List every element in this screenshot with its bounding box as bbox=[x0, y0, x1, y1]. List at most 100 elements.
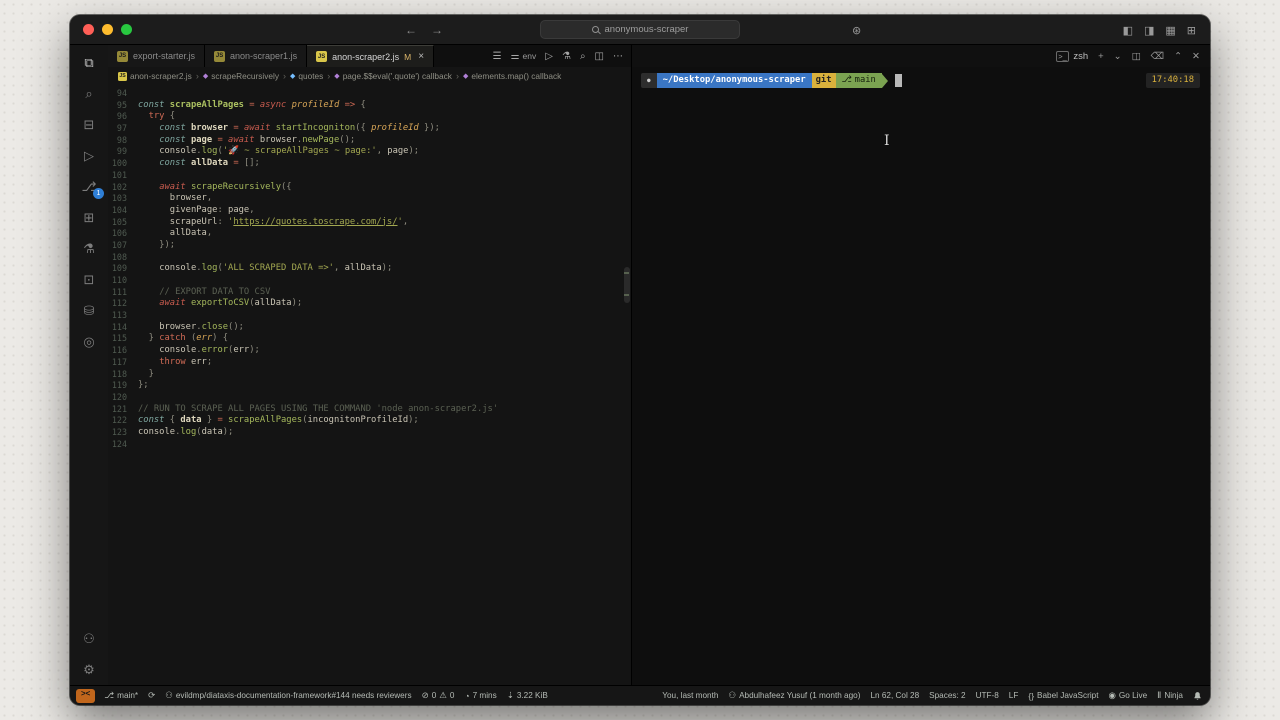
code-editor[interactable]: 9495const scrapeAllPages = async profile… bbox=[108, 85, 631, 685]
code-line: 97 const browser = await startIncogniton… bbox=[108, 123, 631, 135]
close-panel-icon[interactable]: ✕ bbox=[1192, 51, 1200, 62]
forward-icon[interactable]: → bbox=[431, 23, 443, 37]
line-number: 104 bbox=[108, 205, 138, 217]
sync-changes[interactable]: ⟳ bbox=[143, 686, 160, 706]
env-indicator-icon[interactable]: ⚌env bbox=[511, 51, 537, 62]
breadcrumb: JSanon-scraper2.js›◆scrapeRecursively›◆q… bbox=[108, 67, 631, 85]
testing-icon[interactable]: ⚗ bbox=[70, 233, 108, 264]
language-mode-text: Babel JavaScript bbox=[1037, 691, 1098, 700]
search-editor-icon[interactable]: ⌕ bbox=[580, 51, 586, 62]
split-terminal-icon[interactable]: ◫ bbox=[1132, 51, 1141, 62]
code-text: // EXPORT DATA TO CSV bbox=[138, 287, 270, 299]
layout-controls: ◧ ◨ ▦ ⊞ bbox=[1123, 15, 1196, 45]
terminal-shell-label: zsh bbox=[1073, 51, 1088, 62]
notifications-bell-icon[interactable] bbox=[1188, 691, 1210, 701]
code-line: 106 allData, bbox=[108, 228, 631, 240]
language-mode[interactable]: {}Babel JavaScript bbox=[1023, 686, 1103, 706]
code-line: 99 console.log('🚀 ~ scrapeAllPages ~ pag… bbox=[108, 146, 631, 158]
explorer-icon[interactable]: ⧉ bbox=[70, 47, 108, 78]
line-number: 109 bbox=[108, 263, 138, 275]
split-editor-glyph: ◫ bbox=[595, 51, 604, 62]
terminal-dropdown-icon[interactable]: ⌄ bbox=[1114, 51, 1122, 62]
symbol-icon: ◆ bbox=[203, 72, 208, 80]
go-live[interactable]: ◉Go Live bbox=[1104, 686, 1153, 706]
blame-author[interactable]: ⚇Abdulhafeez Yusuf (1 month ago) bbox=[723, 686, 865, 706]
extensions-icon[interactable]: ⊞ bbox=[70, 202, 108, 233]
breadcrumb-label: elements.map() callback bbox=[471, 71, 561, 81]
run-file-icon[interactable]: ▷ bbox=[545, 51, 553, 62]
encoding[interactable]: UTF-8 bbox=[971, 686, 1004, 706]
breadcrumb-item-scraperecursively[interactable]: ◆scrapeRecursively bbox=[203, 71, 279, 81]
copilot-glyph: ⊛ bbox=[852, 24, 861, 37]
history-nav: ← → bbox=[405, 15, 443, 45]
javascript-file-icon: JS bbox=[316, 51, 327, 62]
breadcrumb-item-elements-map-callback[interactable]: ◆elements.map() callback bbox=[463, 71, 561, 81]
search-text: anonymous-scraper bbox=[605, 24, 689, 35]
blame-recent[interactable]: You, last month bbox=[657, 686, 723, 706]
run-debug-icon[interactable]: ▷ bbox=[70, 140, 108, 171]
terminal-prompt: ● ~/Desktop/anonymous-scraper git ⎇main bbox=[641, 73, 1201, 88]
tab-anon-scraper2-js[interactable]: JSanon-scraper2.jsM× bbox=[307, 45, 434, 67]
maximize-panel-icon[interactable]: ⌃ bbox=[1174, 51, 1182, 62]
remote-indicator[interactable]: >< bbox=[76, 689, 95, 703]
new-terminal-icon[interactable]: + bbox=[1098, 51, 1104, 62]
tab-export-starter-js[interactable]: JSexport-starter.js bbox=[108, 45, 205, 67]
ninja[interactable]: ⅡNinja bbox=[1152, 686, 1188, 706]
code-line: 107 }); bbox=[108, 240, 631, 252]
terminal-shell-tab[interactable]: >_zsh bbox=[1056, 51, 1088, 62]
toggle-primary-sidebar-icon[interactable]: ◧ bbox=[1123, 24, 1133, 37]
source-control-icon[interactable]: ⎇1 bbox=[70, 171, 108, 202]
ninja-text: Ninja bbox=[1164, 691, 1183, 700]
line-number: 108 bbox=[108, 252, 138, 264]
more-actions-icon[interactable]: ⋯ bbox=[613, 51, 623, 62]
editor-scrollbar[interactable] bbox=[622, 85, 631, 685]
cursor-position[interactable]: Ln 62, Col 28 bbox=[865, 686, 924, 706]
breadcrumb-item-page-eval-quote-callback[interactable]: ◆page.$$eval('.quote') callback bbox=[334, 71, 452, 81]
git-branch[interactable]: ⎇main* bbox=[99, 686, 143, 706]
editor-layout-icon[interactable]: ⊞ bbox=[1187, 24, 1196, 37]
gitlens-icon[interactable]: ◎ bbox=[70, 326, 108, 357]
source-control-badge: 1 bbox=[93, 188, 104, 199]
kill-terminal-icon[interactable]: ⌫ bbox=[1151, 51, 1164, 62]
ninja-icon: Ⅱ bbox=[1157, 690, 1161, 701]
problems-icon-2: ⚠ bbox=[439, 690, 447, 701]
pr-reviewers[interactable]: ⚇evildmp/diataxis-documentation-framewor… bbox=[160, 686, 416, 706]
javascript-file-icon: JS bbox=[214, 51, 225, 62]
copilot-icon[interactable]: ⊛ bbox=[852, 15, 861, 45]
time-tracker[interactable]: ◔7 mins bbox=[459, 686, 501, 706]
breadcrumb-item-quotes[interactable]: ◆quotes bbox=[290, 71, 323, 81]
menu-icon[interactable]: ☰ bbox=[493, 51, 502, 62]
remote-explorer-icon[interactable]: ⊡ bbox=[70, 264, 108, 295]
sync-changes-icon: ⟳ bbox=[148, 690, 155, 701]
terminal[interactable]: ● ~/Desktop/anonymous-scraper git ⎇main … bbox=[632, 67, 1210, 685]
eol[interactable]: LF bbox=[1004, 686, 1024, 706]
line-number: 105 bbox=[108, 217, 138, 229]
problems[interactable]: ⊘0⚠0 bbox=[417, 686, 460, 706]
breadcrumb-item-anon-scraper2-js[interactable]: JSanon-scraper2.js bbox=[118, 71, 192, 81]
code-line: 101 bbox=[108, 170, 631, 182]
close-window-button[interactable] bbox=[83, 24, 94, 35]
beaker-icon[interactable]: ⚗ bbox=[562, 51, 571, 62]
indentation[interactable]: Spaces: 2 bbox=[924, 686, 970, 706]
settings-icon[interactable]: ⚙ bbox=[70, 654, 108, 685]
close-tab-icon[interactable]: × bbox=[418, 51, 424, 62]
tab-anon-scraper1-js[interactable]: JSanon-scraper1.js bbox=[205, 45, 307, 67]
account-icon[interactable]: ⚇ bbox=[70, 623, 108, 654]
search-icon bbox=[592, 26, 599, 33]
file-size-icon: ⇣ bbox=[507, 690, 514, 701]
split-editor-icon[interactable]: ◫ bbox=[595, 51, 604, 62]
zoom-window-button[interactable] bbox=[121, 24, 132, 35]
line-number: 115 bbox=[108, 333, 138, 345]
overview-ruler-mark bbox=[624, 272, 629, 274]
search-icon[interactable]: ⌕ bbox=[70, 78, 108, 109]
command-center-search[interactable]: anonymous-scraper bbox=[540, 20, 740, 39]
minimize-window-button[interactable] bbox=[102, 24, 113, 35]
code-line: 108 bbox=[108, 252, 631, 264]
docker-icon[interactable]: ⊟ bbox=[70, 109, 108, 140]
database-icon[interactable]: ⛁ bbox=[70, 295, 108, 326]
back-icon[interactable]: ← bbox=[405, 23, 417, 37]
code-line: 116 console.error(err); bbox=[108, 345, 631, 357]
customize-layout-icon[interactable]: ▦ bbox=[1165, 24, 1175, 37]
file-size[interactable]: ⇣3.22 KiB bbox=[502, 686, 553, 706]
toggle-panel-icon[interactable]: ◨ bbox=[1144, 24, 1154, 37]
